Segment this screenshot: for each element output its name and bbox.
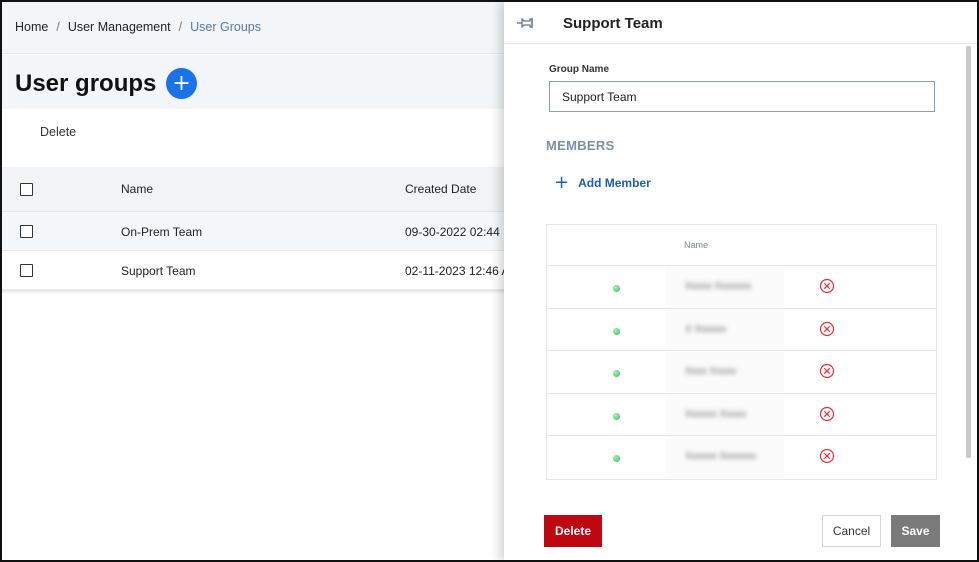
row-name: Support Team (121, 264, 196, 278)
row-created-date: 02-11-2023 12:46 A (405, 264, 510, 278)
add-group-button[interactable]: + (166, 68, 197, 99)
select-all-checkbox[interactable] (20, 183, 33, 196)
add-member-button[interactable]: + Add Member (554, 172, 651, 193)
members-table: Name Xxxxx Xxxxxxx X Xxxxxx Xxxx Xxxxx X… (546, 224, 937, 480)
row-checkbox[interactable] (20, 225, 33, 238)
member-row: Xxxxx Xxxxxxx (547, 266, 936, 309)
row-created-date: 09-30-2022 02:44 P (405, 225, 512, 239)
cancel-button[interactable]: Cancel (822, 515, 881, 547)
app-window: Home / User Management / User Groups Use… (0, 0, 979, 562)
breadcrumb-separator: / (178, 20, 183, 34)
members-name-header: Name (684, 240, 709, 250)
remove-member-icon[interactable] (819, 448, 835, 464)
header-created-date[interactable]: Created Date (405, 182, 476, 196)
delete-group-button[interactable]: Delete (544, 515, 602, 547)
member-name: Xxxxxx Xxxxx (685, 408, 747, 420)
header-name[interactable]: Name (121, 182, 153, 196)
member-name: Xxxx Xxxxx (685, 366, 737, 377)
breadcrumb-user-management[interactable]: User Management (68, 20, 171, 34)
remove-member-icon[interactable] (819, 321, 835, 337)
member-row: Xxxxxx Xxxxx (547, 394, 936, 436)
breadcrumb: Home / User Management / User Groups (15, 20, 261, 34)
scrollbar-thumb[interactable] (966, 46, 971, 458)
online-status-icon (613, 412, 620, 420)
group-details-drawer: Support Team Group Name MEMBERS + Add Me… (504, 2, 977, 560)
member-row: X Xxxxxx (547, 309, 936, 351)
group-name-input[interactable] (549, 81, 935, 112)
group-name-label: Group Name (549, 64, 610, 75)
remove-member-icon[interactable] (819, 363, 835, 379)
page-title: User groups (15, 70, 157, 97)
online-status-icon (613, 285, 620, 292)
breadcrumb-separator: / (56, 20, 60, 34)
remove-member-icon[interactable] (819, 278, 835, 294)
row-checkbox[interactable] (20, 264, 33, 277)
add-member-label: Add Member (578, 176, 651, 190)
breadcrumb-user-groups: User Groups (190, 20, 261, 34)
plus-icon: + (554, 172, 570, 193)
breadcrumb-home[interactable]: Home (15, 20, 48, 34)
member-name: Xxxxx Xxxxxxx (685, 281, 752, 292)
drawer-header: Support Team (504, 2, 977, 44)
drawer-title: Support Team (563, 15, 663, 32)
pin-icon[interactable] (516, 15, 536, 31)
members-heading: MEMBERS (546, 138, 615, 153)
member-name: X Xxxxxx (685, 323, 727, 335)
remove-member-icon[interactable] (819, 406, 835, 422)
save-button[interactable]: Save (891, 515, 940, 547)
members-table-header: Name (547, 225, 936, 266)
online-status-icon (613, 327, 620, 335)
member-name: Xxxxxx Xxxxxxx (685, 451, 757, 462)
member-row: Xxxxxx Xxxxxxx (547, 436, 936, 479)
online-status-icon (613, 370, 620, 377)
online-status-icon (613, 455, 620, 462)
row-name: On-Prem Team (121, 225, 203, 239)
member-row: Xxxx Xxxxx (547, 351, 936, 394)
toolbar-delete-button[interactable]: Delete (40, 125, 76, 139)
